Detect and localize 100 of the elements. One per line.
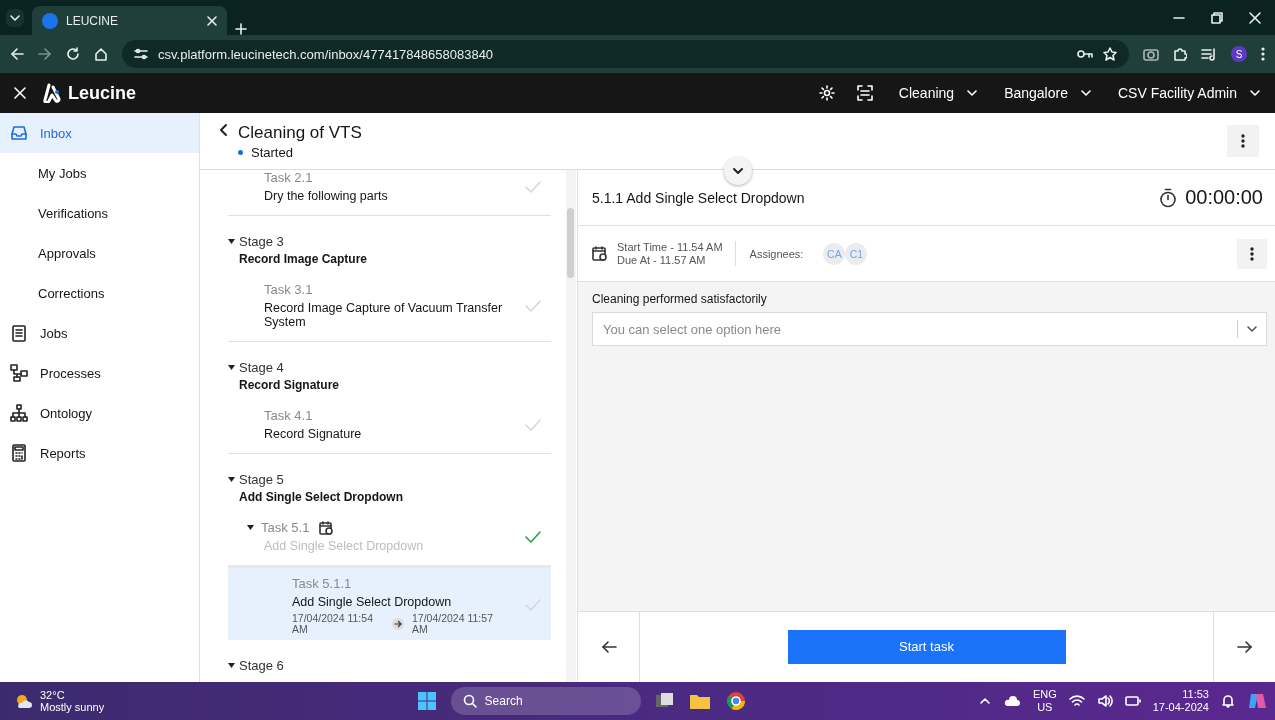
cloud-icon[interactable]	[1002, 695, 1021, 707]
sidebar-item[interactable]: Approvals	[0, 233, 199, 273]
site-favicon-icon	[42, 12, 58, 29]
chevron-down-icon	[1249, 87, 1261, 99]
brand-name: Leucine	[68, 82, 137, 104]
tab-list-button[interactable]	[6, 9, 24, 27]
search-icon	[462, 694, 477, 708]
profile-avatar[interactable]: S	[1231, 46, 1247, 62]
hierarchy-icon	[10, 404, 28, 422]
leucine-logo-icon	[42, 83, 62, 103]
flowchart-icon	[10, 364, 28, 382]
start-task-button[interactable]: Start task	[787, 630, 1066, 664]
close-icon[interactable]	[1249, 11, 1261, 24]
assignees-label: Assignees:	[749, 247, 804, 260]
sidebar-item[interactable]: Reports	[0, 433, 199, 473]
star-icon[interactable]	[1103, 47, 1117, 61]
puzzle-piece-icon[interactable]	[1173, 47, 1187, 61]
settings-icon[interactable]	[818, 85, 835, 101]
key-icon[interactable]	[1077, 49, 1093, 59]
sidebar-item[interactable]: Inbox	[0, 113, 199, 153]
task-name: Record Signature	[264, 427, 363, 441]
job-title: Cleaning of VTS	[238, 123, 362, 143]
folder-icon[interactable]	[688, 692, 711, 710]
home-icon[interactable]	[94, 47, 108, 61]
inbox-tray-icon	[10, 124, 28, 142]
task-number: Task 2.1	[264, 170, 313, 185]
window-icon[interactable]	[654, 692, 675, 710]
stage-name: Record Signature	[238, 378, 341, 392]
due-time: Due At - 11.57 AM	[617, 253, 707, 266]
task-name: Add Single Select Dropdown	[264, 539, 425, 553]
more-vertical-icon[interactable]	[1261, 47, 1265, 61]
collapse-toggle-button[interactable]	[724, 157, 752, 185]
sun-cloud-icon[interactable]	[14, 692, 34, 710]
chevron-down-icon	[9, 12, 21, 24]
caret-down-icon[interactable]	[228, 365, 235, 370]
task-name: Dry the following parts	[264, 189, 389, 203]
clipboard-list-icon	[10, 324, 28, 342]
back-chevron-icon[interactable]	[218, 123, 228, 137]
caret-down-icon[interactable]	[228, 239, 235, 244]
battery-icon[interactable]	[1124, 695, 1141, 707]
task-number: Task 4.1	[264, 408, 313, 423]
browser-icon[interactable]	[724, 690, 747, 712]
header-dropdown[interactable]: Cleaning	[898, 85, 979, 101]
site-settings-icon	[134, 48, 148, 60]
sidebar-item[interactable]: Ontology	[0, 393, 199, 433]
chevron-down-icon	[732, 165, 744, 177]
forward-arrow-icon[interactable]	[38, 47, 52, 61]
sidebar-item[interactable]: My Jobs	[0, 153, 199, 193]
copilot-icon[interactable]	[1247, 691, 1267, 711]
sidebar-item[interactable]: Jobs	[0, 313, 199, 353]
speaker-icon[interactable]	[1096, 694, 1113, 708]
clock[interactable]: 11:53 17-04-2024	[1152, 688, 1209, 714]
task-timer: 00:00:00	[1185, 186, 1263, 209]
stage-number: Stage 4	[239, 360, 284, 375]
sidebar-item[interactable]: Verifications	[0, 193, 199, 233]
arrow-left-icon	[600, 640, 617, 654]
wifi-icon[interactable]	[1068, 694, 1085, 708]
task-row[interactable]: Task 4.1 Record Signature	[228, 392, 551, 454]
playlist-icon[interactable]	[1201, 47, 1217, 61]
scrollbar[interactable]	[566, 170, 576, 682]
caret-down-icon[interactable]	[228, 477, 235, 482]
task-number: Task 5.1	[261, 520, 310, 535]
chevron-up-icon[interactable]	[978, 695, 991, 707]
header-dropdown[interactable]: CSV Facility Admin	[1117, 85, 1261, 101]
stage-name: Add Single Select Dropdown	[238, 490, 404, 504]
language-indicator[interactable]: ENG US	[1032, 688, 1057, 714]
stage-number: Stage 3	[239, 234, 284, 249]
new-tab-icon[interactable]	[235, 23, 247, 35]
sidebar-item[interactable]: Corrections	[0, 273, 199, 313]
browser-tab[interactable]: LEUCINE	[32, 6, 227, 35]
task-row[interactable]: Task 2.1 Dry the following parts	[228, 170, 551, 216]
scan-icon[interactable]	[856, 85, 873, 101]
taskbar-search[interactable]: Search	[450, 687, 641, 715]
calendar-clock-icon	[592, 246, 607, 261]
due-date: 17/04/2024 11:57 AM	[412, 613, 494, 634]
more-options-button[interactable]	[1237, 238, 1267, 269]
more-options-button[interactable]	[1227, 125, 1259, 157]
task-number: Task 3.1	[264, 282, 313, 297]
status-dot-icon	[238, 150, 243, 155]
start-icon[interactable]	[416, 691, 437, 711]
chevron-down-icon	[1079, 87, 1092, 99]
task-row[interactable]: Task 3.1 Record Image Capture of Vacuum Transfer System	[228, 266, 551, 342]
stage-number: Stage 6	[239, 658, 284, 673]
weather-condition: Mostly sunny	[40, 701, 105, 714]
caret-down-icon[interactable]	[228, 663, 235, 668]
reload-icon[interactable]	[66, 47, 80, 61]
select-dropdown[interactable]: You can select one option here	[592, 312, 1267, 346]
camera-icon[interactable]	[1143, 47, 1159, 61]
stage-number: Stage 5	[239, 472, 284, 487]
more-vertical-icon	[1241, 134, 1245, 148]
notification-bell-icon[interactable]	[1221, 694, 1235, 708]
stopwatch-icon	[1159, 187, 1178, 208]
sidebar-item[interactable]: Processes	[0, 353, 199, 393]
back-arrow-icon[interactable]	[10, 47, 24, 61]
task-number: Task 5.1.1	[292, 576, 352, 591]
address-bar[interactable]: csv.platform.leucinetech.com/inbox/477417848658083840	[122, 40, 1129, 68]
field-label: Cleaning performed satisfactorily	[592, 292, 768, 306]
restore-icon[interactable]	[1211, 11, 1223, 24]
close-icon[interactable]	[207, 15, 217, 26]
header-dropdown[interactable]: Bangalore	[1004, 85, 1092, 101]
